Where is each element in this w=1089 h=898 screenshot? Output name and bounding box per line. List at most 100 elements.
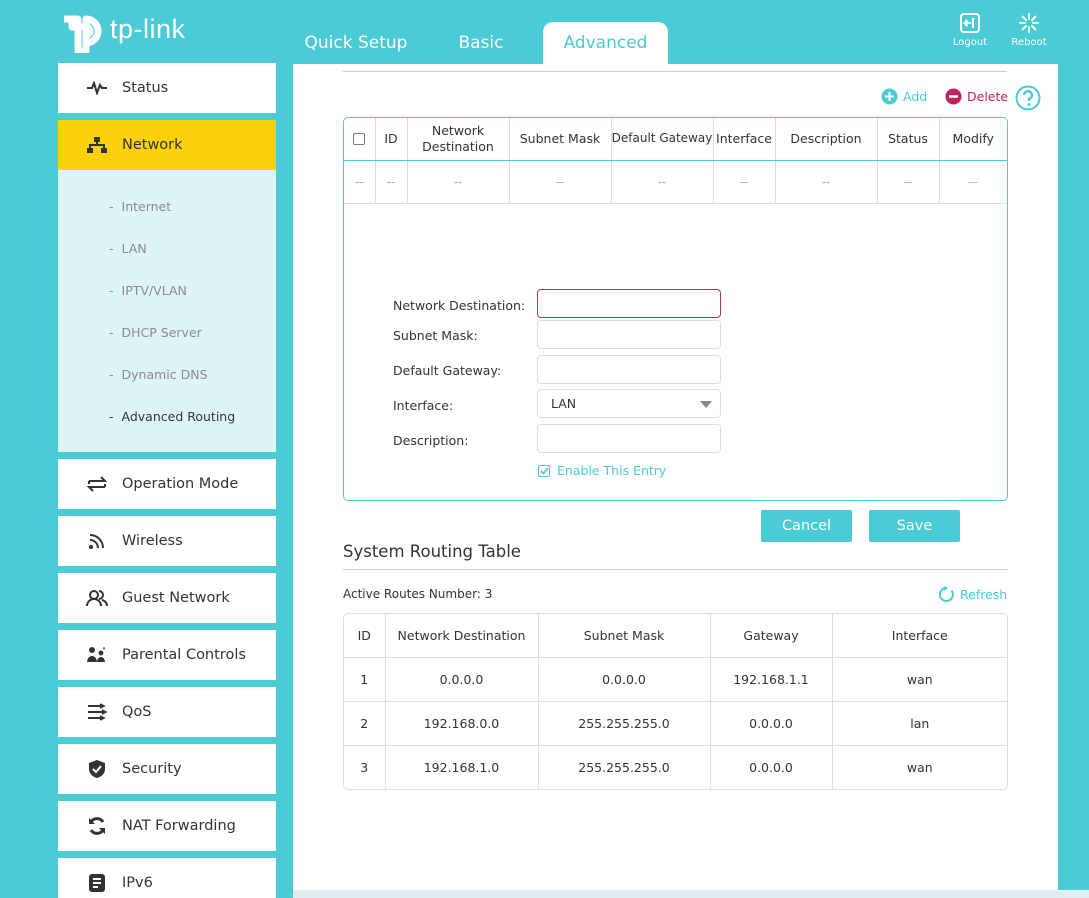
table-cell: -- bbox=[775, 160, 878, 204]
cancel-button[interactable]: Cancel bbox=[761, 510, 852, 542]
table-header-row: ID Network Destination Subnet Mask Gatew… bbox=[344, 614, 1007, 658]
sidebar-item-nat-forwarding[interactable]: NAT Forwarding bbox=[58, 801, 276, 851]
table-cell: -- bbox=[713, 160, 776, 204]
table-cell: -- bbox=[939, 160, 1007, 204]
select-all-checkbox[interactable] bbox=[353, 133, 366, 146]
footer-strip bbox=[293, 890, 1089, 898]
table-cell: wan bbox=[906, 759, 933, 775]
add-icon bbox=[881, 88, 898, 105]
sidebar-item-label: Operation Mode bbox=[122, 476, 239, 492]
table-cell: 192.168.1.0 bbox=[385, 745, 539, 789]
help-button[interactable] bbox=[1015, 85, 1046, 111]
select-all-cell[interactable] bbox=[344, 118, 376, 161]
network-destination-label: Network Destination: bbox=[393, 298, 526, 313]
table-cell: -- bbox=[509, 160, 612, 204]
table-cell: 2 bbox=[344, 701, 386, 746]
table-cell: 0.0.0.0 bbox=[538, 657, 711, 702]
description-label: Description: bbox=[393, 433, 469, 448]
reboot-label: Reboot bbox=[1011, 37, 1047, 48]
submenu-dynamic-dns[interactable]: - Dynamic DNS bbox=[109, 367, 208, 382]
table-cell: -- bbox=[407, 160, 510, 204]
table-row: 1 0.0.0.0 0.0.0.0 192.168.1.1 wan bbox=[344, 657, 1007, 702]
default-gateway-input[interactable] bbox=[537, 355, 721, 384]
table-cell: 255.255.255.0 bbox=[538, 745, 711, 789]
subnet-mask-input[interactable] bbox=[537, 320, 721, 349]
sidebar-item-network[interactable]: Network bbox=[58, 120, 276, 170]
sidebar-item-label: Guest Network bbox=[122, 590, 230, 606]
table-cell: lan bbox=[832, 701, 1007, 746]
sidebar-item-security[interactable]: Security bbox=[58, 744, 276, 794]
enable-entry-checkbox[interactable]: Enable This Entry bbox=[538, 463, 666, 478]
logout-label: Logout bbox=[952, 37, 988, 48]
tp-link-logo-icon bbox=[64, 15, 102, 53]
table-cell: 3 bbox=[344, 745, 386, 789]
column-header: Description bbox=[775, 118, 878, 161]
table-row: -- -- -- -- -- -- -- -- -- bbox=[344, 160, 1007, 204]
system-routing-title: System Routing Table bbox=[343, 542, 521, 561]
sidebar-item-label: IPv6 bbox=[122, 875, 153, 891]
network-icon bbox=[84, 136, 110, 154]
sidebar-item-qos[interactable]: QoS bbox=[58, 687, 276, 737]
column-header: Subnet Mask bbox=[509, 118, 612, 161]
system-routing-table-container: ID Network Destination Subnet Mask Gatew… bbox=[343, 613, 1008, 790]
reboot-button[interactable]: Reboot bbox=[1005, 12, 1053, 48]
column-header: Network Destination bbox=[407, 118, 510, 161]
sidebar-item-label: QoS bbox=[122, 704, 152, 720]
column-header: Modify bbox=[939, 118, 1007, 161]
checkbox-checked-icon[interactable] bbox=[538, 464, 550, 477]
sidebar-item-parental-controls[interactable]: Parental Controls bbox=[58, 630, 276, 680]
help-icon bbox=[1015, 85, 1041, 111]
submenu-lan[interactable]: - LAN bbox=[109, 241, 147, 256]
table-cell: 255.255.255.0 bbox=[538, 701, 711, 746]
delete-button[interactable]: Delete bbox=[945, 88, 1008, 105]
network-destination-input[interactable] bbox=[537, 289, 721, 318]
default-gateway-label: Default Gateway: bbox=[393, 363, 502, 378]
tab-quick-setup[interactable]: Quick Setup bbox=[300, 22, 412, 64]
qos-icon bbox=[84, 703, 110, 721]
sidebar-item-operation-mode[interactable]: Operation Mode bbox=[58, 459, 276, 509]
interface-select[interactable]: LAN bbox=[537, 389, 721, 418]
active-routes-number: Active Routes Number: 3 bbox=[343, 587, 493, 601]
tp-link-logo: tp-link bbox=[58, 4, 186, 54]
dropdown-arrow-icon[interactable] bbox=[700, 401, 712, 408]
system-routing-table: ID Network Destination Subnet Mask Gatew… bbox=[344, 614, 1007, 789]
add-button[interactable]: Add bbox=[881, 88, 927, 105]
static-route-panel: ID Network Destination Subnet Mask Defau… bbox=[343, 117, 1008, 542]
sidebar-item-label: Wireless bbox=[122, 533, 183, 549]
column-header: Default Gateway bbox=[611, 118, 714, 161]
delete-icon bbox=[945, 88, 962, 105]
table-cell: 1 bbox=[344, 657, 386, 702]
table-cell: 0.0.0.0 bbox=[710, 745, 833, 789]
ipv6-icon bbox=[84, 873, 110, 893]
description-input[interactable] bbox=[537, 424, 721, 453]
interface-label: Interface: bbox=[393, 398, 454, 413]
submenu-dhcp-server[interactable]: - DHCP Server bbox=[109, 325, 202, 340]
column-header: Network Destination bbox=[385, 614, 539, 658]
section-divider bbox=[343, 71, 1007, 72]
network-submenu: - Internet - LAN - IPTV/VLAN - DHCP Server -… bbox=[58, 170, 276, 452]
nat-icon bbox=[84, 816, 110, 836]
column-header: ID bbox=[375, 118, 408, 161]
column-header: Status bbox=[877, 118, 940, 161]
logout-button[interactable]: Logout bbox=[946, 12, 994, 48]
main-content: Add Delete ID Network Destination Subnet… bbox=[293, 64, 1058, 898]
parental-icon bbox=[84, 646, 110, 664]
table-cell: wan bbox=[832, 657, 1007, 702]
table-cell: -- bbox=[877, 160, 940, 204]
tab-advanced[interactable]: Advanced bbox=[543, 22, 668, 64]
table-cell: -- bbox=[375, 160, 408, 204]
submenu-advanced-routing[interactable]: - Advanced Routing bbox=[109, 409, 235, 424]
sidebar-item-guest-network[interactable]: Guest Network bbox=[58, 573, 276, 623]
sidebar-item-wireless[interactable]: Wireless bbox=[58, 516, 276, 566]
submenu-internet[interactable]: - Internet bbox=[109, 199, 171, 214]
tab-basic[interactable]: Basic bbox=[440, 22, 522, 64]
section-divider bbox=[343, 569, 1008, 570]
save-button[interactable]: Save bbox=[869, 510, 960, 542]
submenu-iptv-vlan[interactable]: - IPTV/VLAN bbox=[109, 283, 187, 298]
sidebar-item-ipv6[interactable]: IPv6 bbox=[58, 858, 276, 898]
sidebar-item-status[interactable]: Status bbox=[58, 63, 276, 113]
refresh-button[interactable]: Refresh bbox=[938, 586, 1007, 603]
sidebar-item-label: Network bbox=[122, 137, 183, 153]
swap-icon bbox=[84, 475, 110, 493]
column-header: Subnet Mask bbox=[538, 614, 711, 658]
